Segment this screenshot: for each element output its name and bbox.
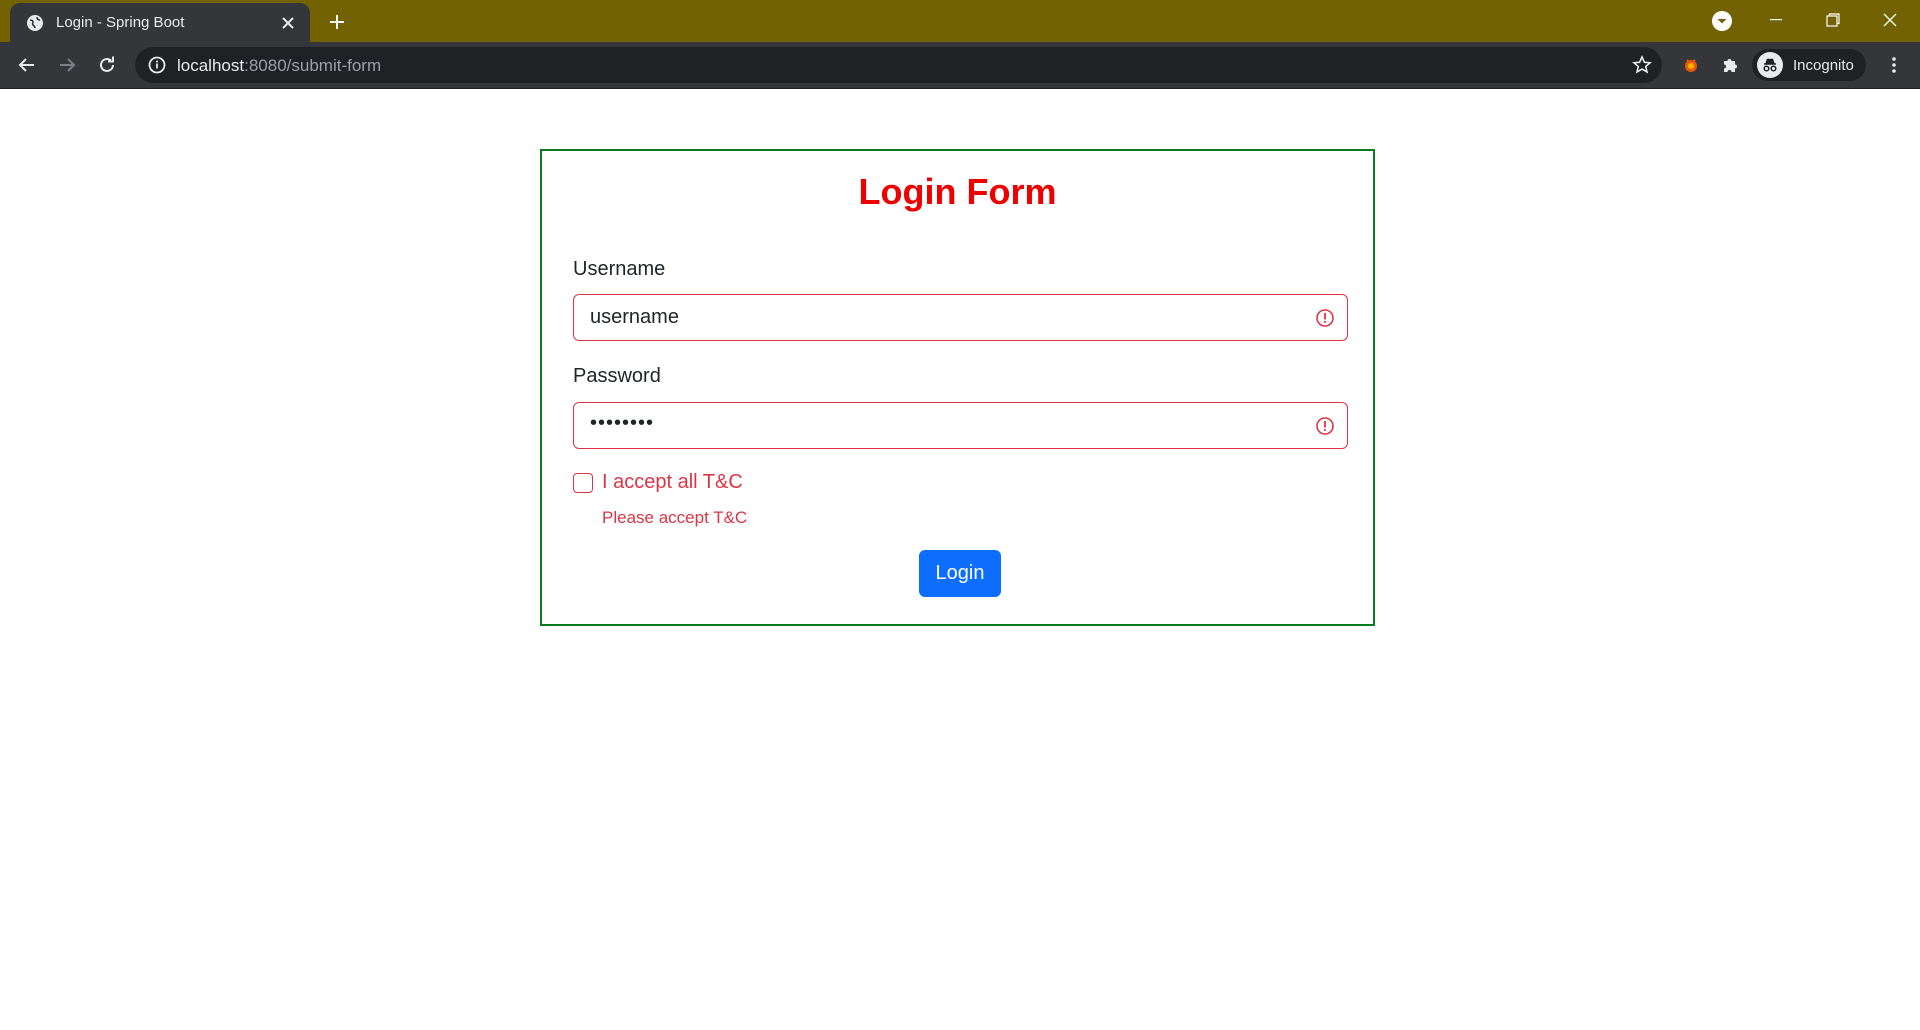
tab-search-button[interactable]: [1711, 10, 1733, 32]
close-window-button[interactable]: [1867, 4, 1913, 36]
password-value: ••••••••: [590, 412, 655, 434]
extension-icon[interactable]: [1675, 49, 1707, 81]
login-button[interactable]: Login: [919, 550, 1001, 597]
terms-label[interactable]: I accept all T&C: [602, 471, 743, 494]
profile-label: Incognito: [1793, 56, 1854, 74]
arrow-left-icon: [18, 58, 34, 72]
puzzle-icon[interactable]: [1714, 49, 1746, 81]
reload-button[interactable]: [91, 49, 123, 81]
form-title: Login Form: [858, 171, 1057, 212]
new-tab-button[interactable]: [323, 8, 351, 36]
back-button[interactable]: [11, 49, 43, 81]
restore-icon: [1826, 13, 1840, 27]
browser-toolbar: localhost:8080/submit-form Incognito: [0, 42, 1920, 89]
close-icon: [1883, 13, 1897, 27]
error-icon: [1315, 308, 1335, 328]
username-label: Username: [573, 258, 666, 280]
url-text: localhost:8080/submit-form: [177, 56, 381, 76]
incognito-profile-button[interactable]: Incognito: [1752, 49, 1866, 81]
url-host: localhost: [177, 56, 245, 75]
minimize-button[interactable]: [1753, 4, 1799, 36]
restore-button[interactable]: [1810, 4, 1856, 36]
username-input[interactable]: username: [573, 294, 1348, 341]
star-icon[interactable]: [1630, 53, 1654, 77]
browser-menu-button[interactable]: [1878, 49, 1910, 81]
terms-checkbox[interactable]: [573, 473, 593, 493]
forward-button[interactable]: [51, 49, 83, 81]
arrow-right-icon: [60, 58, 76, 72]
error-icon: [1315, 416, 1335, 436]
login-form: Login Form Username username Password ••…: [540, 149, 1375, 626]
password-label: Password: [573, 365, 661, 387]
reload-icon: [100, 56, 114, 72]
plus-icon: [330, 15, 344, 29]
url-path: :8080/submit-form: [244, 56, 382, 75]
incognito-icon: [1757, 52, 1783, 78]
username-value: username: [590, 306, 679, 328]
globe-icon: [25, 13, 45, 33]
browser-tab[interactable]: Login - Spring Boot: [10, 3, 310, 42]
info-icon[interactable]: [147, 55, 167, 75]
minimize-icon: [1770, 19, 1782, 21]
tab-strip: Login - Spring Boot: [0, 0, 1920, 42]
chevron-down-icon: [1712, 11, 1732, 31]
close-icon[interactable]: [274, 9, 302, 37]
terms-error-message: Please accept T&C: [602, 508, 748, 527]
password-input[interactable]: ••••••••: [573, 402, 1348, 449]
tab-title: Login - Spring Boot: [56, 14, 185, 31]
address-bar[interactable]: localhost:8080/submit-form: [135, 47, 1662, 83]
kebab-menu-icon: [1892, 57, 1896, 73]
